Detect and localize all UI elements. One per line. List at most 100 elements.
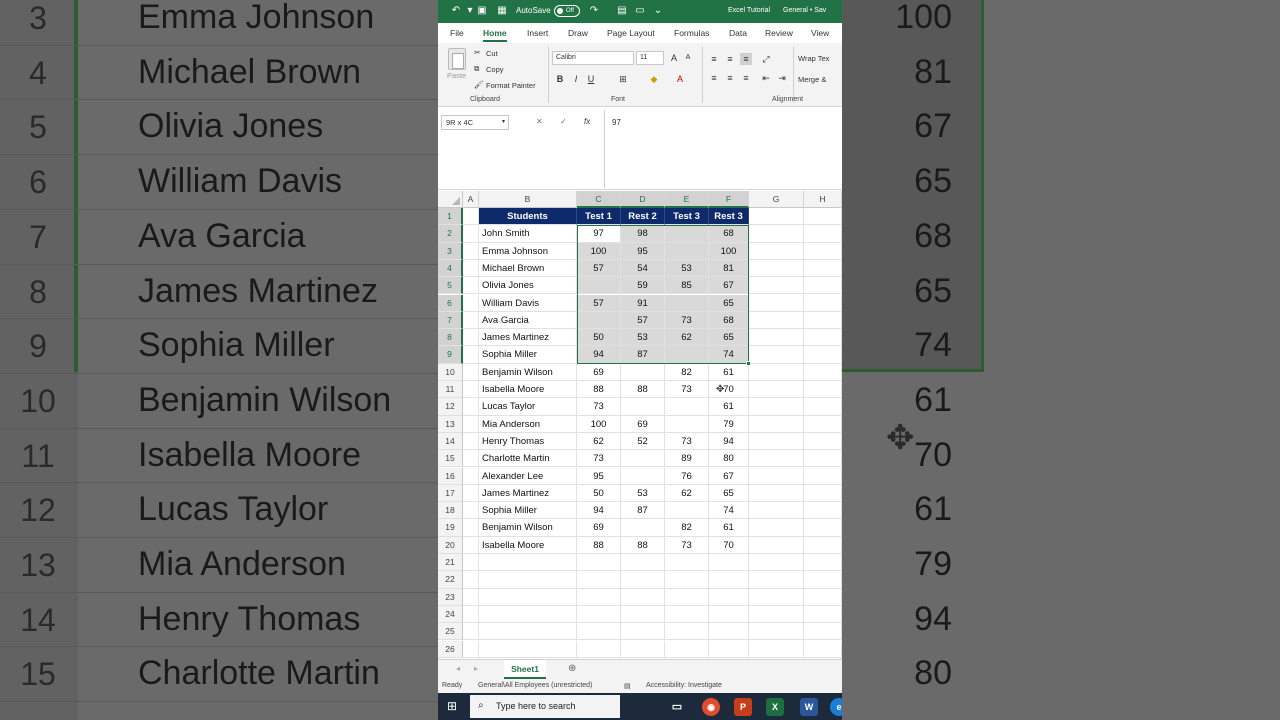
grid-cell[interactable]: 57 [621,311,665,330]
grid-cell[interactable] [463,484,479,503]
grid-cell[interactable]: 88 [577,381,621,399]
quick-access-icon[interactable]: ▦ [496,5,508,17]
grid-cell[interactable] [804,484,842,503]
grid-cell[interactable] [804,640,842,658]
grid-cell[interactable] [463,467,479,485]
grid-cell[interactable]: 94 [577,346,621,364]
grid-cell[interactable]: 74 [709,346,749,364]
grid-cell[interactable] [804,502,842,520]
grid-cell[interactable]: 50 [577,484,621,503]
grid-cell[interactable] [621,554,665,572]
grid-cell[interactable]: 53 [621,329,665,347]
grid-cell[interactable] [463,381,479,399]
grid-cell[interactable] [709,571,749,589]
cancel-icon[interactable]: ✕ [536,117,543,126]
grid-cell[interactable] [463,225,479,243]
grid-cell[interactable] [804,398,842,416]
accessibility-status[interactable]: Accessibility: Investigate [646,682,722,689]
tab-page-layout[interactable]: Page Layout [607,28,655,38]
grid-cell[interactable]: 53 [665,259,709,278]
row-header[interactable]: 15 [438,450,463,468]
align-top-icon[interactable]: ≡ [708,53,720,65]
grid-cell[interactable] [804,605,842,624]
grid-cell[interactable]: 61 [709,519,749,537]
table-header-cell[interactable]: Rest 2 [621,208,665,226]
scroll-left-icon[interactable]: ◂ [456,664,460,673]
grid-cell[interactable]: 61 [709,363,749,381]
grid-cell[interactable]: 85 [665,277,709,295]
font-size-select[interactable]: 11 [636,51,664,65]
grid-cell[interactable] [749,588,804,606]
grid-cell[interactable] [749,294,804,312]
tab-insert[interactable]: Insert [527,28,548,38]
grid-cell[interactable] [621,605,665,624]
grid-cell[interactable] [804,588,842,606]
form-icon[interactable]: ▤ [616,5,628,17]
grid-cell[interactable] [463,554,479,572]
student-name-cell[interactable]: Michael Brown [479,259,577,278]
row-header[interactable]: 17 [438,484,463,503]
grid-cell[interactable]: 57 [577,294,621,312]
grid-cell[interactable] [621,363,665,381]
row-header[interactable]: 24 [438,605,463,624]
grid-cell[interactable]: 98 [621,225,665,243]
chevron-down-icon[interactable]: ▾ [502,118,505,125]
row-header[interactable]: 9 [438,346,463,364]
grid-cell[interactable]: 73 [665,432,709,451]
student-name-cell[interactable] [479,623,577,641]
student-name-cell[interactable]: Charlotte Martin [479,450,577,468]
grid-cell[interactable] [749,363,804,381]
student-name-cell[interactable]: Mia Anderson [479,415,577,433]
row-header[interactable]: 22 [438,571,463,589]
column-header-f[interactable]: F [709,191,749,208]
student-name-cell[interactable]: James Martinez [479,484,577,503]
student-name-cell[interactable]: James Martinez [479,329,577,347]
grid-cell[interactable]: 94 [709,432,749,451]
tab-home[interactable]: Home [483,28,507,42]
sensitivity-label[interactable]: General • Sav [783,7,826,14]
grid-cell[interactable]: 62 [577,432,621,451]
grid-cell[interactable]: 73 [577,398,621,416]
decrease-indent-icon[interactable]: ⇤ [760,72,772,84]
column-header-b[interactable]: B [479,191,577,208]
student-name-cell[interactable]: Alexander Lee [479,467,577,485]
word-icon[interactable]: W [800,698,818,716]
row-header[interactable]: 2 [438,225,463,243]
grid-cell[interactable] [804,450,842,468]
row-header[interactable]: 21 [438,554,463,572]
grid-cell[interactable] [577,277,621,295]
autosave-toggle[interactable]: Off [554,5,580,17]
cut-button[interactable]: Cut [486,49,498,58]
student-name-cell[interactable] [479,605,577,624]
grid-cell[interactable] [665,294,709,312]
grid-cell[interactable] [621,571,665,589]
grid-cell[interactable] [804,571,842,589]
grid-cell[interactable]: 68 [709,311,749,330]
grid-cell[interactable] [749,467,804,485]
row-header[interactable]: 11 [438,381,463,399]
align-right-icon[interactable]: ≡ [740,72,752,84]
grid-cell[interactable]: 53 [621,484,665,503]
name-box[interactable]: 9R x 4C ▾ [441,115,509,130]
grid-cell[interactable] [463,311,479,330]
undo-dropdown-icon[interactable]: ▾ [464,5,476,17]
decrease-font-icon[interactable]: A [682,52,694,64]
grid-cell[interactable] [665,640,709,658]
student-name-cell[interactable]: Sophia Miller [479,502,577,520]
grid-cell[interactable] [749,381,804,399]
grid-cell[interactable]: 74 [709,502,749,520]
tab-view[interactable]: View [811,28,829,38]
student-name-cell[interactable]: Benjamin Wilson [479,519,577,537]
student-name-cell[interactable] [479,588,577,606]
row-header[interactable]: 3 [438,242,463,260]
select-all-corner[interactable] [438,191,463,208]
grid-cell[interactable] [804,623,842,641]
italic-button[interactable]: I [570,73,582,85]
grid-cell[interactable] [804,259,842,278]
grid-cell[interactable] [621,398,665,416]
grid-cell[interactable]: 62 [665,484,709,503]
grid-cell[interactable] [749,450,804,468]
student-name-cell[interactable]: Olivia Jones [479,277,577,295]
macro-icon[interactable]: ▤ [624,682,631,690]
grid-cell[interactable] [749,519,804,537]
